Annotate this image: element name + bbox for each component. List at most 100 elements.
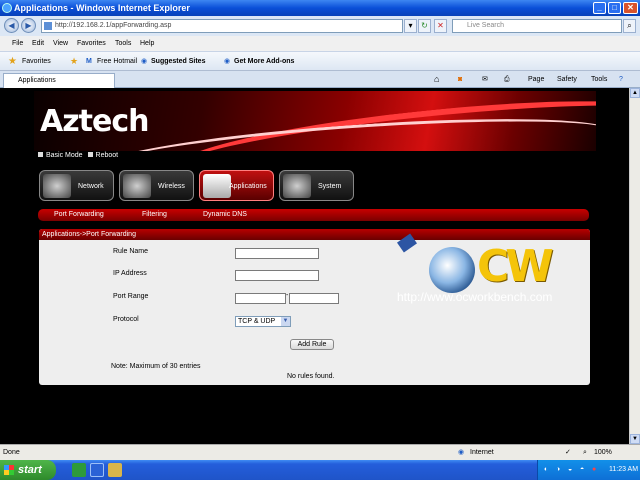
search-input[interactable]: Live Search [452,19,622,33]
search-icon[interactable]: ⌕ [623,19,636,33]
windows-logo-icon [4,465,14,475]
suggested-sites-link[interactable]: Suggested Sites [151,52,205,71]
max-entries-note: Note: Maximum of 30 entries [111,363,201,370]
watermark-url: http://www.ocworkbench.com [397,290,553,304]
mail-icon[interactable]: ✉ [482,71,488,88]
favorites-star-icon: ★ [8,56,17,67]
add-rule-button[interactable]: Add Rule [290,339,334,350]
forward-button[interactable]: ▶ [21,18,36,33]
suggested-icon: ◉ [141,58,148,65]
protocol-label: Protocol [113,316,139,323]
router-icon [123,174,151,198]
back-button[interactable]: ◀ [4,18,19,33]
taskbar: start ◐ ◑ ◒ ◓ ● 11:23 AM [0,460,640,480]
close-button[interactable]: ✕ [623,2,638,14]
zoom-icon[interactable]: ⌕ [583,445,587,461]
maximize-button[interactable]: □ [608,2,621,14]
subnav-dynamic-dns[interactable]: Dynamic DNS [203,209,247,221]
ocw-watermark: CW http://www.ocworkbench.com [391,233,579,309]
tab-network[interactable]: Network [39,170,114,201]
ie-icon [2,3,12,13]
subnav-port-forwarding[interactable]: Port Forwarding [54,209,104,221]
quicklaunch-icon[interactable] [72,463,86,477]
zone-text: Internet [470,449,494,456]
satellite-icon [397,233,417,253]
ip-address-input[interactable] [235,270,319,281]
start-button[interactable]: start [0,460,56,480]
port-range-dash: - [286,292,289,299]
feeds-icon[interactable]: ◙ [458,71,462,88]
rule-name-input[interactable] [235,248,319,259]
tab-applications-router[interactable]: Applications [199,170,274,201]
applications-icon [203,174,231,198]
addons-link[interactable]: Get More Add-ons [234,52,294,71]
print-icon[interactable]: ⎙ [504,71,510,88]
system-icon [283,174,311,198]
top-nav: Basic Mode Reboot [38,152,118,159]
hotmail-link[interactable]: Free Hotmail [97,52,137,71]
no-rules-text: No rules found. [287,373,335,380]
tab-wireless[interactable]: Wireless [119,170,194,201]
page-menu[interactable]: Page [528,71,544,88]
protected-mode-icon: ✓ [565,449,571,456]
network-icon [43,174,71,198]
menu-bar: File Edit View Favorites Tools Help [0,36,640,52]
status-text: Done [3,449,20,456]
basic-mode-link[interactable]: Basic Mode [46,152,83,159]
scroll-up-icon[interactable]: ▲ [630,88,640,98]
menu-file[interactable]: File [12,36,23,52]
vertical-scrollbar[interactable]: ▲ ▼ [629,88,640,444]
globe-logo [429,247,475,293]
add-favorite-icon[interactable]: ★ [70,52,78,71]
stop-icon[interactable]: ✕ [434,19,447,33]
url-input[interactable]: http://192.168.2.1/appForwarding.asp [41,19,403,33]
scroll-down-icon[interactable]: ▼ [630,434,640,444]
tab-system[interactable]: System [279,170,354,201]
menu-help[interactable]: Help [140,36,154,52]
aztech-logo: Aztech [40,104,150,139]
protocol-value: TCP & UDP [238,318,276,325]
tools-menu[interactable]: Tools [591,71,607,88]
subnav-filtering[interactable]: Filtering [142,209,167,221]
help-icon[interactable]: ? [619,71,623,88]
menu-view[interactable]: View [53,36,68,52]
hotmail-icon: M [86,58,92,65]
page-icon [44,22,52,30]
clock: 11:23 AM [609,466,639,473]
favorites-button[interactable]: Favorites [22,52,51,71]
tray-icon[interactable]: ◓ [580,460,584,480]
port-end-input[interactable] [289,293,339,304]
tab-label: Applications [18,77,56,84]
internet-zone-icon: ◉ [458,449,465,456]
folder-icon[interactable] [108,463,122,477]
tray-icon[interactable]: ◑ [556,460,560,480]
square-icon [38,152,43,157]
dropdown-icon[interactable]: ▾ [404,19,417,33]
zoom-level[interactable]: 100% [594,445,612,461]
window-titlebar: Applications - Windows Internet Explorer… [0,0,640,16]
favorites-bar: ★ Favorites ★ M Free Hotmail ◉ Suggested… [0,52,640,71]
protocol-select[interactable]: TCP & UDP ▼ [235,316,291,327]
minimize-button[interactable]: _ [593,2,606,14]
port-start-input[interactable] [235,293,286,304]
menu-edit[interactable]: Edit [32,36,44,52]
tab-wireless-label: Wireless [158,183,185,190]
ocw-logo-text: CW [477,241,554,292]
refresh-icon[interactable]: ↻ [418,19,431,33]
tab-bar: Applications ⌂ ◙ ✉ ⎙ Page Safety Tools ? [0,71,640,88]
tray-icon[interactable]: ● [592,460,596,480]
reboot-link[interactable]: Reboot [96,152,119,159]
ie-taskbar-icon[interactable] [90,463,104,477]
tab-applications-label: Applications [229,183,267,190]
tray-icon[interactable]: ◐ [544,460,548,480]
menu-favorites[interactable]: Favorites [77,36,106,52]
system-tray: ◐ ◑ ◒ ◓ ● 11:23 AM [537,460,640,480]
sub-nav: Port Forwarding Filtering Dynamic DNS [38,209,589,221]
menu-tools[interactable]: Tools [115,36,131,52]
tab-applications[interactable]: Applications [3,73,115,88]
start-label: start [18,464,42,476]
safety-menu[interactable]: Safety [557,71,577,88]
port-range-label: Port Range [113,293,149,300]
home-icon[interactable]: ⌂ [434,71,439,88]
tray-icon[interactable]: ◒ [568,460,572,480]
